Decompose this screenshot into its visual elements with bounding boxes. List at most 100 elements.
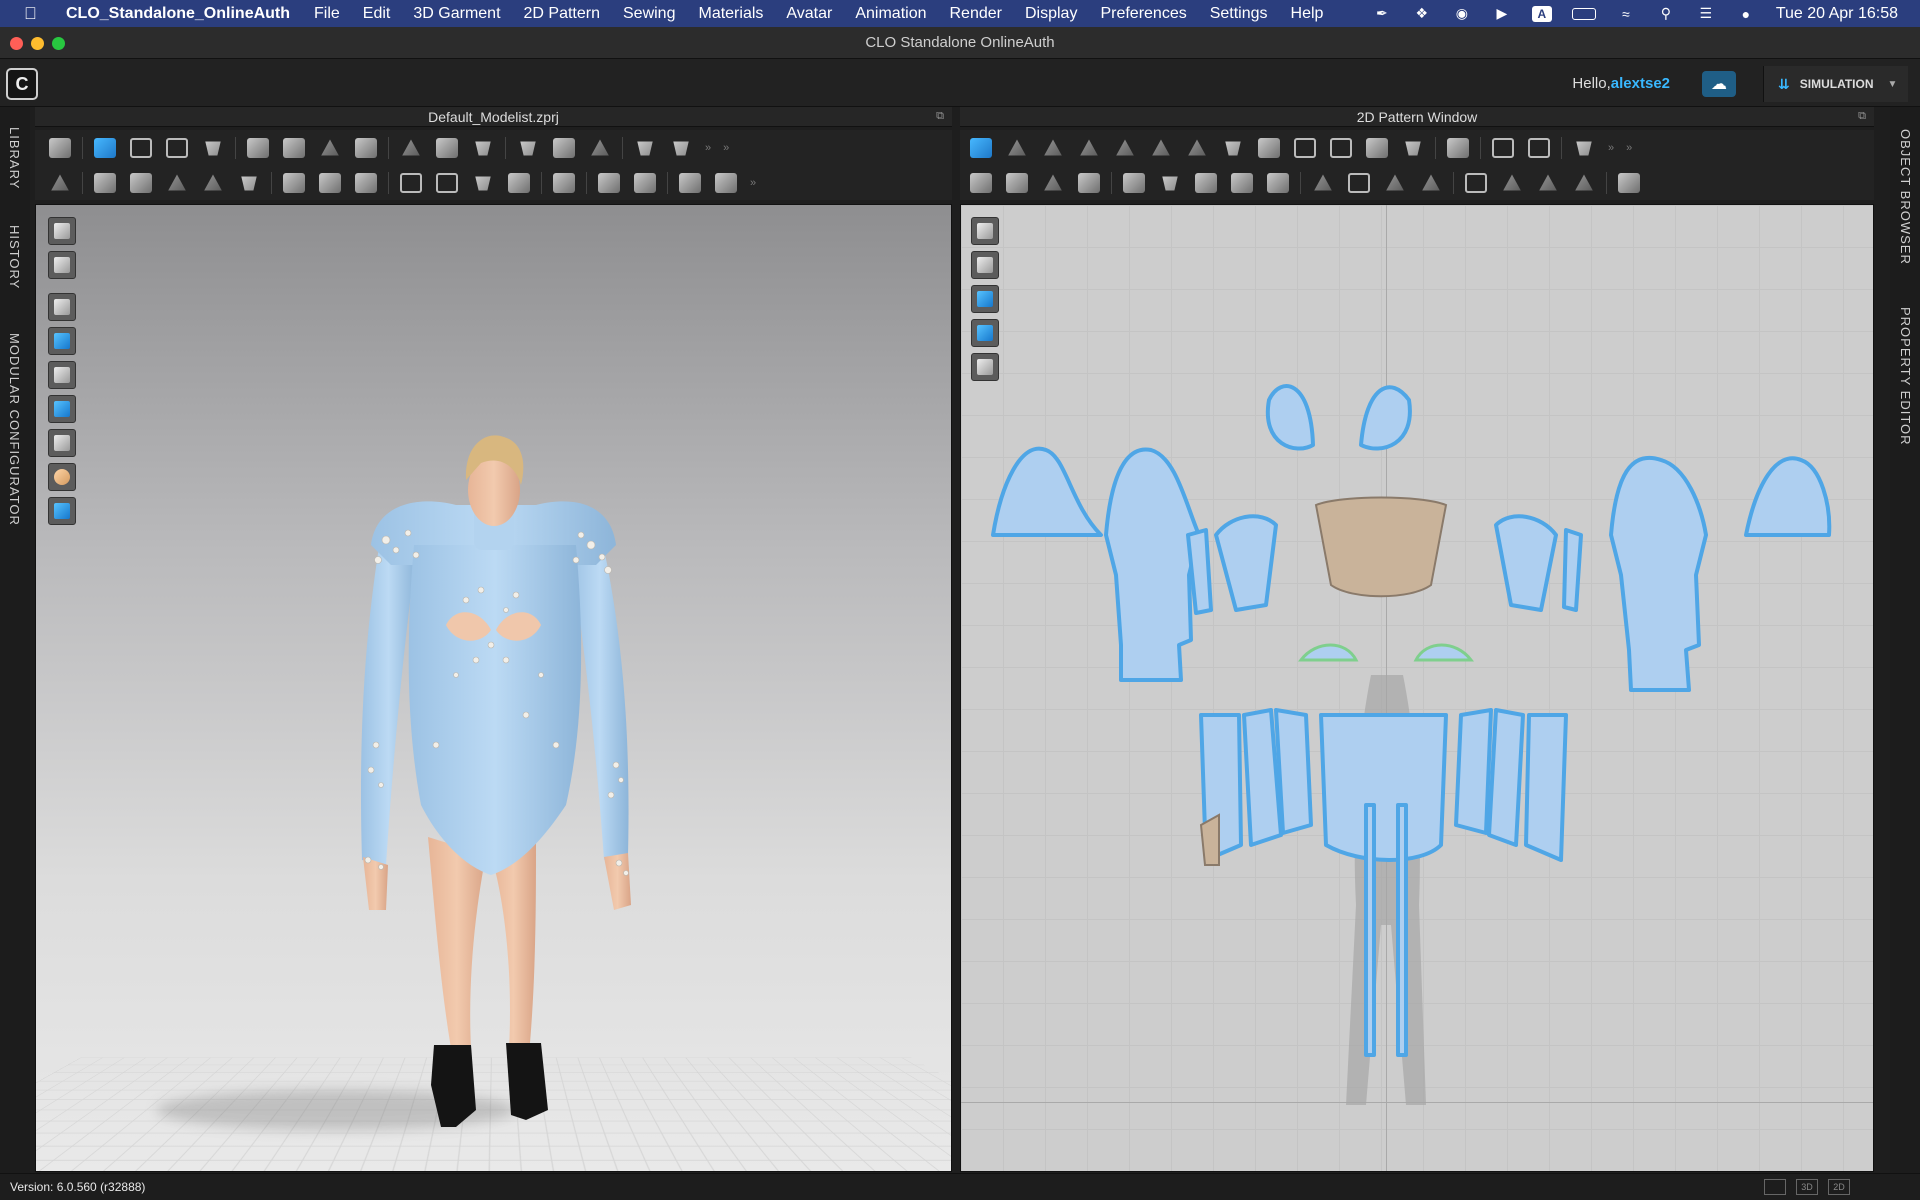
sew-segment-icon[interactable] bbox=[130, 173, 152, 193]
menu-materials[interactable]: Materials bbox=[698, 5, 763, 23]
pattern-window-2d[interactable] bbox=[960, 204, 1874, 1172]
tab-modular-configurator[interactable]: MODULAR CONFIGURATOR bbox=[7, 333, 22, 526]
clo-logo-icon[interactable]: C bbox=[6, 68, 38, 100]
menubar-clock[interactable]: Tue 20 Apr 16:58 bbox=[1776, 5, 1898, 23]
elastic-icon[interactable] bbox=[1465, 173, 1487, 193]
menu-sewing[interactable]: Sewing bbox=[623, 5, 675, 23]
measure-icon[interactable] bbox=[400, 138, 422, 158]
pin-icon[interactable] bbox=[355, 138, 377, 158]
select-move-icon[interactable] bbox=[94, 138, 116, 158]
wave-line-icon[interactable] bbox=[1384, 173, 1406, 193]
undock-icon[interactable]: ⧉ bbox=[936, 110, 944, 123]
avatar-pose-icon[interactable] bbox=[589, 138, 611, 158]
sew-3d-icon[interactable] bbox=[94, 173, 116, 193]
grading-icon[interactable] bbox=[1528, 138, 1550, 158]
transform-icon[interactable] bbox=[166, 138, 188, 158]
export-up-icon[interactable] bbox=[634, 138, 656, 158]
username-link[interactable]: alextse2 bbox=[1611, 75, 1670, 92]
fabric-check-icon[interactable] bbox=[1267, 173, 1289, 193]
menu-display[interactable]: Display bbox=[1025, 5, 1077, 23]
menu-animation[interactable]: Animation bbox=[855, 5, 926, 23]
line-icon[interactable] bbox=[472, 173, 494, 193]
iron-icon[interactable] bbox=[1123, 173, 1145, 193]
polygon-icon[interactable] bbox=[1258, 138, 1280, 158]
layer-icon[interactable] bbox=[553, 138, 575, 158]
trim-icon[interactable] bbox=[1618, 173, 1640, 193]
siri-icon[interactable]: ● bbox=[1736, 6, 1756, 22]
control-center-icon[interactable]: ☰ bbox=[1696, 6, 1716, 22]
close-window-button[interactable] bbox=[10, 37, 23, 50]
piping-icon[interactable] bbox=[634, 173, 656, 193]
tab-history[interactable]: HISTORY bbox=[7, 225, 22, 289]
slash-spread-icon[interactable] bbox=[1222, 138, 1244, 158]
simulation-mode-dropdown[interactable]: ⇊ SIMULATION ▼ bbox=[1763, 66, 1908, 102]
menu-help[interactable]: Help bbox=[1291, 5, 1324, 23]
sewing-segment-icon[interactable] bbox=[970, 173, 992, 193]
simulation-icon[interactable] bbox=[49, 138, 71, 158]
menu-3d-garment[interactable]: 3D Garment bbox=[413, 5, 500, 23]
stitch-icon[interactable] bbox=[1573, 173, 1595, 193]
point-line-icon[interactable] bbox=[1420, 173, 1442, 193]
menu-edit[interactable]: Edit bbox=[363, 5, 391, 23]
tack-icon[interactable] bbox=[247, 138, 269, 158]
tack-on-avatar-icon[interactable] bbox=[283, 138, 305, 158]
menu-2d-pattern[interactable]: 2D Pattern bbox=[524, 5, 600, 23]
edit-point-icon[interactable] bbox=[1006, 138, 1028, 158]
trace-icon[interactable] bbox=[1402, 138, 1424, 158]
app-menu[interactable]: CLO_Standalone_OnlineAuth bbox=[66, 5, 290, 23]
seam-allowance-icon[interactable] bbox=[1186, 138, 1208, 158]
add-point-icon[interactable] bbox=[1114, 138, 1136, 158]
avatar-3d-render[interactable] bbox=[36, 205, 952, 1172]
toolbar-overflow-icon[interactable]: » bbox=[1626, 142, 1632, 154]
tab-object-browser[interactable]: OBJECT BROWSER bbox=[1898, 129, 1913, 265]
feather-icon[interactable]: ✒ bbox=[1372, 6, 1392, 22]
toolbar-overflow-icon[interactable]: » bbox=[1608, 142, 1614, 154]
tape-icon[interactable] bbox=[598, 173, 620, 193]
buttonhole-icon[interactable] bbox=[436, 173, 458, 193]
undock-icon[interactable]: ⧉ bbox=[1858, 110, 1866, 123]
ruler-icon[interactable] bbox=[1492, 138, 1514, 158]
input-source-icon[interactable]: A bbox=[1532, 6, 1552, 22]
cloud-sync-button[interactable]: ☁ bbox=[1702, 71, 1736, 97]
select-mesh-icon[interactable] bbox=[130, 138, 152, 158]
graphic-icon[interactable] bbox=[283, 173, 305, 193]
cut-line-icon[interactable] bbox=[1150, 138, 1172, 158]
fold-icon[interactable] bbox=[319, 138, 341, 158]
notch-icon[interactable] bbox=[1447, 138, 1469, 158]
dart-icon[interactable] bbox=[1366, 138, 1388, 158]
dropbox-icon[interactable]: ❖ bbox=[1412, 6, 1432, 22]
menu-preferences[interactable]: Preferences bbox=[1100, 5, 1186, 23]
menu-settings[interactable]: Settings bbox=[1210, 5, 1268, 23]
zoom-window-button[interactable] bbox=[52, 37, 65, 50]
sewing-m-n-icon[interactable] bbox=[1042, 173, 1064, 193]
avatar-walk-icon[interactable] bbox=[49, 173, 71, 193]
dashed-line-icon[interactable] bbox=[1348, 173, 1370, 193]
sewing-free-icon[interactable] bbox=[1006, 173, 1028, 193]
menu-render[interactable]: Render bbox=[950, 5, 1002, 23]
curve-point-icon[interactable] bbox=[1078, 138, 1100, 158]
check-sewing-icon[interactable] bbox=[1078, 173, 1100, 193]
shirt-icon[interactable] bbox=[517, 138, 539, 158]
toolbar-overflow-icon[interactable]: » bbox=[723, 142, 729, 154]
menu-avatar[interactable]: Avatar bbox=[786, 5, 832, 23]
toolbar-overflow-icon[interactable]: » bbox=[705, 142, 711, 154]
import-down-icon[interactable] bbox=[670, 138, 692, 158]
sew-free-icon[interactable] bbox=[166, 173, 188, 193]
puckering-icon[interactable] bbox=[679, 173, 701, 193]
minimize-window-button[interactable] bbox=[31, 37, 44, 50]
edit-curve-icon[interactable] bbox=[1042, 138, 1064, 158]
annotation-text-icon[interactable] bbox=[1573, 138, 1595, 158]
rectangle-icon[interactable] bbox=[1294, 138, 1316, 158]
button-icon[interactable] bbox=[400, 173, 422, 193]
tab-library[interactable]: LIBRARY bbox=[7, 127, 22, 189]
fold-arrangement-icon[interactable] bbox=[202, 138, 224, 158]
fabric-texture-icon[interactable] bbox=[1195, 173, 1217, 193]
sew-check-icon[interactable] bbox=[238, 173, 260, 193]
apple-icon[interactable]:  bbox=[24, 4, 46, 24]
avatar-hide-icon[interactable] bbox=[436, 138, 458, 158]
battery-icon[interactable] bbox=[1572, 8, 1596, 20]
view-mode-2d[interactable]: 2D bbox=[1828, 1179, 1850, 1195]
fabric-pattern-icon[interactable] bbox=[1231, 173, 1253, 193]
gradient-icon[interactable] bbox=[715, 173, 737, 193]
wifi-icon[interactable]: ≈ bbox=[1616, 6, 1636, 22]
